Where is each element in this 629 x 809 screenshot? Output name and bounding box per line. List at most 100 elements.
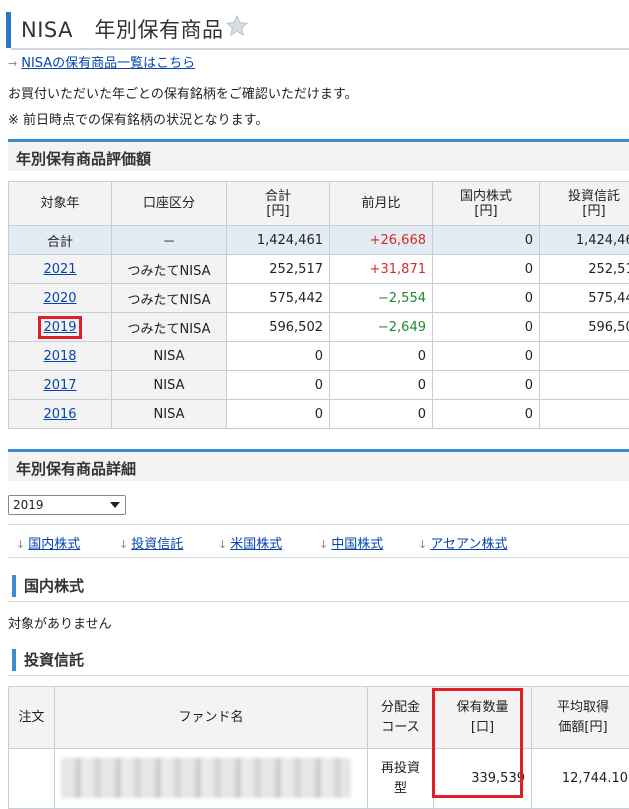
investment-trust-heading: 投資信託 (12, 649, 84, 671)
average-cost-cell: 12,744.10 (532, 749, 629, 809)
year-highlight: 2019 (38, 316, 81, 339)
change-cell: −2,554 (330, 284, 433, 313)
col-total-label: 合計[円] (265, 189, 291, 219)
change-cell: 0 (330, 342, 433, 371)
change-cell: 0 (330, 371, 433, 400)
total-row: 合計 － 1,424,461 +26,668 0 1,424,461 (9, 226, 629, 255)
redacted-fund-name (61, 758, 351, 798)
year-link-2018[interactable]: 2018 (43, 349, 76, 364)
fund-cell: 252,517 (540, 255, 629, 284)
fund-cell: 0 (540, 371, 629, 400)
year-select-value: 2019 (13, 498, 44, 512)
anchor-domestic-stock[interactable]: ↓国内株式 (16, 533, 80, 552)
year-link-2020[interactable]: 2020 (43, 291, 76, 306)
domestic-cell: 0 (433, 371, 540, 400)
change-cell: −2,649 (330, 313, 433, 342)
chevron-down-icon (110, 502, 120, 508)
col-domestic-stock: 国内株式[円] (433, 182, 540, 226)
fund-cell: 575,442 (540, 284, 629, 313)
anchor-us-stock[interactable]: ↓米国株式 (218, 533, 282, 552)
account-cell: つみたてNISA (112, 284, 227, 313)
anchor-label: 投資信託 (131, 537, 183, 552)
account-cell: つみたてNISA (112, 313, 227, 342)
arrow-down-icon: ↓ (418, 538, 427, 551)
year-cell: 2020 (9, 284, 112, 313)
col-investment-trust: 投資信託[円] (540, 182, 629, 226)
year-link-2021[interactable]: 2021 (43, 262, 76, 277)
col-fund-name: ファンド名 (55, 687, 368, 749)
summary-section-title: 年別保有商品評価額 (8, 139, 629, 171)
col-change: 前月比 (330, 182, 433, 226)
year-cell: 2018 (9, 342, 112, 371)
col-total: 合計[円] (227, 182, 330, 226)
domestic-cell: 0 (433, 255, 540, 284)
change-cell: 0 (330, 400, 433, 429)
arrow-down-icon: ↓ (16, 538, 25, 551)
nisa-holdings-list-link[interactable]: →NISAの保有商品一覧はこちら (8, 52, 195, 71)
anchor-label: 国内株式 (28, 537, 80, 552)
fund-cell: 0 (540, 400, 629, 429)
arrow-down-icon: ↓ (119, 538, 128, 551)
account-cell: NISA (112, 342, 227, 371)
table-row: 再投資型 339,539 12,744.10 (9, 749, 629, 809)
table-row: 2017 NISA 0 0 0 0 (9, 371, 629, 400)
total-account: － (112, 226, 227, 255)
divider (8, 601, 629, 602)
account-cell: つみたてNISA (112, 255, 227, 284)
col-investment-trust-label: 投資信託[円] (568, 189, 620, 219)
anchor-china-stock[interactable]: ↓中国株式 (319, 533, 383, 552)
fund-name-cell[interactable] (55, 749, 368, 809)
change-cell: +31,871 (330, 255, 433, 284)
category-anchor-bar: ↓国内株式 ↓投資信託 ↓米国株式 ↓中国株式 ↓アセアン株式 (8, 524, 629, 558)
table-row: 2016 NISA 0 0 0 0 (9, 400, 629, 429)
anchor-asean-stock[interactable]: ↓アセアン株式 (418, 533, 507, 552)
year-link-2017[interactable]: 2017 (43, 378, 76, 393)
year-select[interactable]: 2019 (8, 495, 126, 515)
total-cell: 252,517 (227, 255, 330, 284)
year-cell: 2017 (9, 371, 112, 400)
col-quantity-label: 保有数量[口] (456, 700, 508, 735)
detail-section-title: 年別保有商品詳細 (8, 449, 629, 481)
annual-valuation-table: 対象年 口座区分 合計[円] 前月比 国内株式[円] 投資信託[円] 合計 － … (8, 181, 629, 429)
total-change: +26,668 (330, 226, 433, 255)
arrow-down-icon: ↓ (218, 538, 227, 551)
anchor-investment-trust[interactable]: ↓投資信託 (119, 533, 183, 552)
total-cell: 0 (227, 400, 330, 429)
dividend-course-value: 再投資型 (381, 761, 420, 796)
domestic-cell: 0 (433, 342, 540, 371)
col-dividend-course: 分配金コース (368, 687, 434, 749)
total-cell: 596,502 (227, 313, 330, 342)
anchor-label: 中国株式 (331, 537, 383, 552)
col-account-type: 口座区分 (112, 182, 227, 226)
table-row: 2018 NISA 0 0 0 0 (9, 342, 629, 371)
page-header: NISA 年別保有商品 (6, 12, 629, 48)
domestic-cell: 0 (433, 284, 540, 313)
investment-trust-table: 注文 ファンド名 分配金コース 保有数量[口] 平均取得価額[円] 再投資型 3… (8, 686, 629, 809)
table-row: 2019 つみたてNISA 596,502 −2,649 0 596,502 (9, 313, 629, 342)
page-title: NISA 年別保有商品 (21, 14, 224, 44)
fund-cell: 0 (540, 342, 629, 371)
anchor-label: アセアン株式 (430, 537, 507, 552)
table-row: 2021 つみたてNISA 252,517 +31,871 0 252,517 (9, 255, 629, 284)
fund-cell: 596,502 (540, 313, 629, 342)
anchor-label: 米国株式 (230, 537, 282, 552)
header-divider (11, 48, 629, 50)
year-link-2016[interactable]: 2016 (43, 407, 76, 422)
nisa-holdings-list-link-label: NISAの保有商品一覧はこちら (21, 56, 195, 71)
total-cell: 0 (227, 371, 330, 400)
table-row: 2020 つみたてNISA 575,442 −2,554 0 575,442 (9, 284, 629, 313)
arrow-down-icon: ↓ (319, 538, 328, 551)
table-header-row: 対象年 口座区分 合計[円] 前月比 国内株式[円] 投資信託[円] (9, 182, 629, 226)
year-cell: 2016 (9, 400, 112, 429)
domestic-cell: 0 (433, 400, 540, 429)
account-cell: NISA (112, 400, 227, 429)
col-dividend-course-label: 分配金コース (381, 700, 420, 735)
col-quantity: 保有数量[口] (434, 687, 532, 749)
description-text: お買付いただいた年ごとの保有銘柄をご確認いただけます。 (8, 83, 358, 102)
total-year: 合計 (9, 226, 112, 255)
star-icon[interactable] (225, 14, 249, 38)
order-cell (9, 749, 55, 809)
year-link-2019[interactable]: 2019 (43, 320, 76, 335)
domestic-cell: 0 (433, 313, 540, 342)
col-year: 対象年 (9, 182, 112, 226)
